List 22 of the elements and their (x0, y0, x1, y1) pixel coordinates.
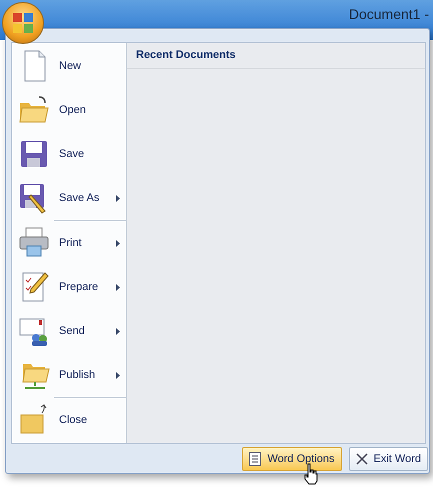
logo-icon (12, 12, 34, 34)
menu-item[interactable]: Prepare (12, 265, 126, 309)
menu-item[interactable]: Publish (12, 353, 126, 397)
exit-button[interactable]: Exit Word (348, 447, 428, 471)
menu-item[interactable]: Save (12, 132, 126, 176)
submenu-arrow-icon (116, 328, 120, 334)
menu-item[interactable]: Save As (12, 176, 126, 220)
menu-item[interactable]: Send (12, 309, 126, 353)
submenu-arrow-icon (116, 194, 120, 202)
submenu-arrow-icon (116, 372, 120, 378)
menu-item[interactable]: Close (12, 398, 126, 442)
menu-item[interactable]: New (12, 44, 126, 88)
menu-item[interactable]: Open (12, 88, 126, 132)
document-list-icon (249, 452, 262, 466)
submenu-arrow-icon (116, 240, 120, 246)
submenu-arrow-icon (116, 284, 120, 290)
menu-item[interactable]: Print (12, 221, 126, 265)
close-icon (356, 453, 368, 465)
cursor-icon (303, 463, 319, 485)
panel-heading: Recent Documents (127, 43, 425, 69)
window-title: Document1 - (348, 5, 429, 24)
options-button[interactable]: Word Options (242, 447, 342, 471)
